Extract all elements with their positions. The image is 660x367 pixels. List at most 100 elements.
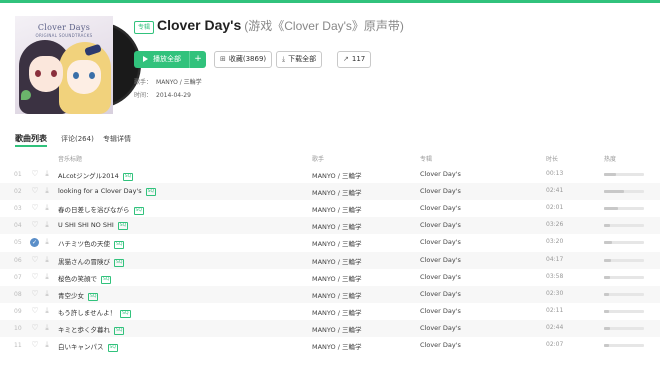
track-number: 02 bbox=[14, 188, 22, 196]
table-row[interactable]: 10 ♡ ⤓ キミと歩く夕暮れ SQ MANYO / 三輪学 Clover Day's 02:… bbox=[0, 319, 660, 337]
tab-song-list[interactable]: 歌曲列表 bbox=[15, 133, 47, 144]
table-row[interactable]: 11 ♡ ⤓ 白いキャンパス SQ MANYO / 三輪学 Clover Day's 02:0… bbox=[0, 337, 660, 354]
track-duration: 02:11 bbox=[546, 306, 564, 314]
heat-bar bbox=[604, 309, 644, 313]
track-artist[interactable]: MANYO / 三輪学 bbox=[312, 256, 361, 266]
quality-tag: SQ bbox=[114, 258, 125, 267]
track-artist[interactable]: MANYO / 三輪学 bbox=[312, 290, 361, 300]
table-row[interactable]: 09 ♡ ⤓ もう許しませんよ！ SQ MANYO / 三輪学 Clover Day's 02… bbox=[0, 303, 660, 320]
share-button[interactable]: ↗ 117 bbox=[337, 51, 372, 68]
check-circle-icon[interactable]: ✓ bbox=[30, 238, 39, 248]
track-artist[interactable]: MANYO / 三輪学 bbox=[312, 170, 361, 180]
track-title[interactable]: キミと歩く夕暮れ bbox=[58, 326, 110, 334]
track-album[interactable]: Clover Day's bbox=[420, 187, 461, 195]
track-number: 01 bbox=[14, 171, 22, 178]
download-icon[interactable]: ⤓ bbox=[42, 186, 52, 196]
track-artist[interactable]: MANYO / 三輪学 bbox=[312, 221, 361, 231]
table-row[interactable]: 07 ♡ ⤓ 桜色の笑顔で SQ MANYO / 三輪学 Clover Day's 03:58 bbox=[0, 269, 660, 286]
heart-icon[interactable]: ♡ bbox=[30, 306, 40, 316]
track-artist[interactable]: MANYO / 三輪学 bbox=[312, 307, 361, 317]
clover-icon bbox=[21, 90, 31, 100]
download-icon[interactable]: ⤓ bbox=[42, 289, 52, 299]
heat-bar-fill bbox=[604, 241, 612, 245]
track-album[interactable]: Clover Day's bbox=[420, 238, 461, 246]
download-icon[interactable]: ⤓ bbox=[42, 255, 52, 265]
track-title-cell: もう許しませんよ！ SQ bbox=[58, 307, 131, 318]
track-artist[interactable]: MANYO / 三輪学 bbox=[312, 187, 361, 197]
track-album[interactable]: Clover Day's bbox=[420, 170, 461, 178]
track-title[interactable]: 桜色の笑顔で bbox=[58, 275, 97, 283]
track-number: 04 bbox=[14, 222, 22, 230]
album-type-badge: 专辑 bbox=[134, 21, 155, 34]
heart-icon[interactable]: ♡ bbox=[30, 220, 40, 230]
track-artist[interactable]: MANYO / 三輪学 bbox=[312, 341, 361, 351]
character-left-eye bbox=[35, 70, 41, 77]
track-title-cell: 青空少女 SQ bbox=[58, 290, 99, 301]
table-header: 音乐标题 歌手 专辑 时长 热度 bbox=[0, 152, 660, 165]
download-icon[interactable]: ⤓ bbox=[42, 169, 52, 179]
table-row[interactable]: 05 ✓ ⤓ ハチミツ色の天使 SQ MANYO / 三輪学 Clover Day's 03:… bbox=[0, 234, 660, 251]
add-to-list-button[interactable]: + bbox=[189, 51, 206, 68]
download-icon[interactable]: ⤓ bbox=[42, 323, 52, 333]
character-right-eye bbox=[89, 72, 95, 79]
track-album[interactable]: Clover Day's bbox=[420, 273, 461, 281]
table-row[interactable]: 08 ♡ ⤓ 青空少女 SQ MANYO / 三輪学 Clover Day's 02:30 bbox=[0, 285, 660, 303]
active-tab-indicator bbox=[15, 145, 47, 147]
favorite-button[interactable]: ⊞ 收藏(3869) bbox=[214, 51, 273, 68]
download-icon[interactable]: ⤓ bbox=[42, 237, 52, 247]
quality-tag: SQ bbox=[122, 173, 134, 181]
heart-icon[interactable]: ♡ bbox=[30, 289, 40, 299]
track-album[interactable]: Clover Day's bbox=[420, 204, 461, 212]
tab-comments[interactable]: 评论(264) bbox=[61, 134, 94, 144]
download-icon[interactable]: ⤓ bbox=[42, 272, 52, 282]
date-line: 时间： 2014-04-29 bbox=[134, 90, 191, 99]
heart-icon[interactable]: ♡ bbox=[30, 323, 40, 333]
track-album[interactable]: Clover Day's bbox=[420, 221, 461, 229]
track-album[interactable]: Clover Day's bbox=[420, 290, 461, 298]
download-icon[interactable]: ⤓ bbox=[42, 306, 52, 316]
download-icon[interactable]: ⤓ bbox=[42, 220, 52, 230]
download-icon: ⤓ bbox=[282, 55, 286, 63]
track-album[interactable]: Clover Day's bbox=[420, 341, 461, 349]
track-artist[interactable]: MANYO / 三輪学 bbox=[312, 273, 361, 283]
track-title[interactable]: ALcotジングル2014 bbox=[58, 172, 119, 180]
heart-icon[interactable]: ♡ bbox=[30, 203, 40, 213]
download-icon[interactable]: ⤓ bbox=[42, 203, 52, 213]
track-title[interactable]: 黒猫さんの冒険び bbox=[58, 258, 110, 266]
track-album[interactable]: Clover Day's bbox=[420, 256, 461, 264]
track-number: 10 bbox=[14, 324, 22, 332]
heart-icon[interactable]: ♡ bbox=[30, 340, 40, 350]
track-title[interactable]: looking for a Clover Day's bbox=[58, 187, 142, 195]
track-artist[interactable]: MANYO / 三輪学 bbox=[312, 204, 361, 214]
track-title[interactable]: ハチミツ色の天使 bbox=[58, 240, 110, 248]
table-row[interactable]: 01 ♡ ⤓ ALcotジングル2014 SQ MANYO / 三輪学 Clover Day… bbox=[0, 166, 660, 183]
track-title[interactable]: 春の日差しを浴びながら bbox=[58, 206, 130, 214]
download-icon[interactable]: ⤓ bbox=[42, 340, 52, 350]
heart-icon[interactable]: ♡ bbox=[30, 255, 40, 265]
singer-link[interactable]: MANYO / 三輪学 bbox=[156, 79, 202, 86]
track-artist[interactable]: MANYO / 三輪学 bbox=[312, 238, 361, 248]
track-duration: 00:13 bbox=[546, 170, 564, 177]
track-album[interactable]: Clover Day's bbox=[420, 307, 461, 315]
track-title[interactable]: 青空少女 bbox=[58, 292, 84, 300]
table-row[interactable]: 06 ♡ ⤓ 黒猫さんの冒険び SQ MANYO / 三輪学 Clover Day's 04:… bbox=[0, 251, 660, 269]
track-album[interactable]: Clover Day's bbox=[420, 324, 461, 332]
download-all-button[interactable]: ⤓ 下载全部 bbox=[276, 51, 323, 68]
heat-bar bbox=[604, 207, 644, 211]
track-number: 03 bbox=[14, 205, 22, 213]
track-title[interactable]: もう許しませんよ！ bbox=[58, 309, 116, 317]
table-row[interactable]: 03 ♡ ⤓ 春の日差しを浴びながら SQ MANYO / 三輪学 Clover Day's… bbox=[0, 200, 660, 217]
track-number: 07 bbox=[14, 273, 22, 281]
heart-icon[interactable]: ♡ bbox=[30, 169, 40, 179]
table-row[interactable]: 04 ♡ ⤓ U SHI SHI NO SHI SQ MANYO / 三輪学 Clover … bbox=[0, 217, 660, 235]
heart-icon[interactable]: ♡ bbox=[30, 186, 40, 196]
track-title[interactable]: 白いキャンパス bbox=[58, 343, 104, 351]
play-all-button[interactable]: 播放全部 + bbox=[134, 51, 206, 68]
tab-album-details[interactable]: 专辑详情 bbox=[103, 134, 131, 144]
heat-bar bbox=[604, 258, 644, 262]
table-row[interactable]: 02 ♡ ⤓ looking for a Clover Day's SQ MANYO / … bbox=[0, 183, 660, 201]
track-artist[interactable]: MANYO / 三輪学 bbox=[312, 324, 361, 334]
track-title[interactable]: U SHI SHI NO SHI bbox=[58, 221, 114, 229]
heart-icon[interactable]: ♡ bbox=[30, 272, 40, 282]
heat-bar bbox=[604, 241, 644, 245]
